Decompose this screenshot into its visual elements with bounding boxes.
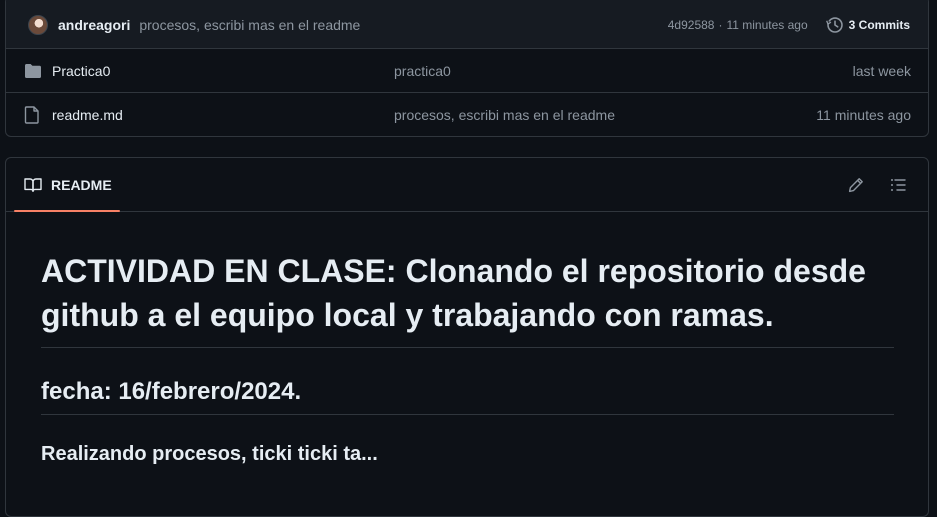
tab-active-indicator [14, 210, 120, 212]
commit-age: 11 minutes ago [726, 17, 808, 32]
readme-header: README [6, 158, 928, 212]
file-commit-link[interactable]: practica0 [394, 63, 451, 79]
file-name-link[interactable]: readme.md [52, 107, 383, 123]
file-age: last week [852, 62, 911, 79]
folder-icon [24, 62, 42, 80]
book-icon [24, 177, 42, 192]
readme-panel: README ACTIVIDAD EN CLASE: Clonando el r… [5, 157, 929, 517]
file-name-link[interactable]: Practica0 [52, 63, 383, 79]
readme-content: ACTIVIDAD EN CLASE: Clonando el reposito… [6, 212, 928, 466]
readme-tab-label: README [51, 176, 112, 193]
edit-button[interactable] [842, 171, 870, 199]
readme-actions [828, 171, 912, 199]
file-row[interactable]: readme.md procesos, escribi mas en el re… [6, 93, 928, 136]
readme-heading-2: fecha: 16/febrero/2024. [41, 348, 894, 415]
pencil-icon [848, 177, 863, 192]
commits-count-label: 3 Commits [848, 17, 910, 32]
history-icon [825, 16, 843, 33]
commit-hash[interactable]: 4d92588 [668, 18, 715, 32]
readme-tab[interactable]: README [14, 158, 120, 212]
commit-meta: 4d92588 · 11 minutes ago 3 Commits [668, 16, 910, 34]
avatar[interactable] [28, 14, 48, 35]
file-browser: andreagori procesos, escribi mas en el r… [5, 0, 929, 137]
latest-commit-bar: andreagori procesos, escribi mas en el r… [6, 0, 928, 49]
commit-author[interactable]: andreagori [58, 17, 130, 33]
readme-heading-1: ACTIVIDAD EN CLASE: Clonando el reposito… [41, 212, 894, 348]
file-commit-link[interactable]: procesos, escribi mas en el readme [394, 107, 615, 123]
readme-heading-3: Realizando procesos, ticki ticki ta... [41, 443, 378, 465]
commit-message[interactable]: procesos, escribi mas en el readme [139, 17, 360, 33]
commits-count-link[interactable]: 3 Commits [825, 16, 910, 34]
file-row[interactable]: Practica0 practica0 last week [6, 49, 928, 93]
file-age: 11 minutes ago [816, 107, 911, 123]
list-icon [891, 178, 906, 191]
commit-separator: · [718, 17, 723, 32]
file-icon [24, 106, 42, 124]
outline-button[interactable] [884, 171, 912, 199]
